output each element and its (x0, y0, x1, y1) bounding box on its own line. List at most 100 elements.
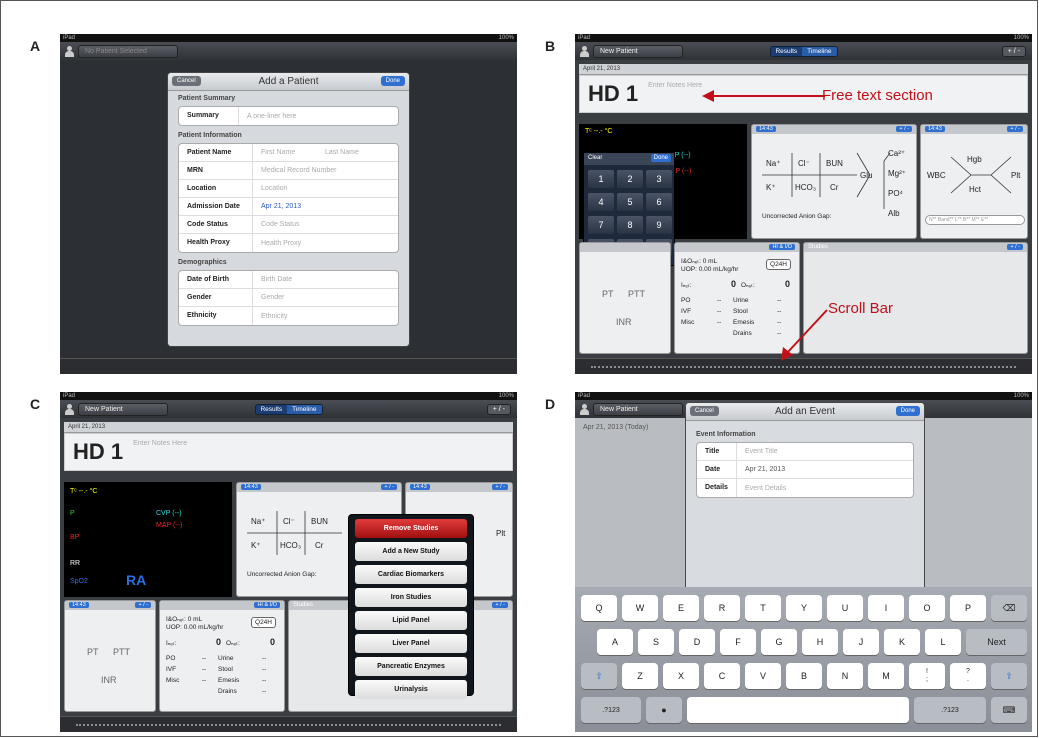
key-y[interactable]: Y (786, 595, 822, 621)
view-toggle[interactable]: Results Timeline (769, 45, 838, 57)
patient-selector[interactable]: No Patient Selected (78, 44, 178, 58)
add-remove-button[interactable]: + / - (1001, 45, 1026, 57)
key-3[interactable]: 3 (646, 170, 672, 188)
space-bar[interactable] (687, 697, 909, 723)
admission-date-field[interactable]: Apr 21, 2013 (253, 203, 301, 210)
key-exclaim-semicolon[interactable]: !; (909, 663, 945, 689)
menu-iron-studies[interactable]: Iron Studies (355, 588, 467, 607)
key-v[interactable]: V (745, 663, 781, 689)
key-n[interactable]: N (827, 663, 863, 689)
notes-input[interactable]: Enter Notes Here (133, 440, 187, 447)
keyboard-dismiss-icon[interactable]: ⌨ (991, 697, 1027, 723)
studies-panel[interactable]: Studies + / - (803, 242, 1028, 354)
ethnicity-field[interactable]: Ethnicity (253, 313, 287, 320)
dob-row[interactable]: Date of Birth Birth Date (179, 271, 398, 289)
summary-field[interactable]: A one-liner here (239, 113, 296, 120)
next-key[interactable]: Next (966, 629, 1027, 655)
key-f[interactable]: F (720, 629, 756, 655)
key-w[interactable]: W (622, 595, 658, 621)
key-7[interactable]: 7 (588, 216, 614, 234)
title-row[interactable]: Title Event Title (697, 443, 913, 461)
panel-plus-button[interactable]: + / - (381, 484, 397, 490)
key-1[interactable]: 1 (588, 170, 614, 188)
menu-lipid-panel[interactable]: Lipid Panel (355, 611, 467, 630)
last-name-field[interactable]: Last Name (317, 149, 359, 156)
key-l[interactable]: L (925, 629, 961, 655)
key-t[interactable]: T (745, 595, 781, 621)
key-c[interactable]: C (704, 663, 740, 689)
numbers-key[interactable]: .?123 (914, 697, 986, 723)
tab-timeline[interactable]: Timeline (287, 404, 322, 414)
menu-add-new-study[interactable]: Add a New Study (355, 542, 467, 561)
event-date-field[interactable]: Apr 21, 2013 (737, 466, 785, 473)
notes-input[interactable]: Enter Notes Here (648, 82, 702, 89)
microphone-icon[interactable]: ● (646, 697, 682, 723)
cancel-button[interactable]: Cancel (172, 76, 201, 86)
clear-button[interactable]: Clear (588, 155, 602, 161)
key-2[interactable]: 2 (617, 170, 643, 188)
coag-panel[interactable]: PT PTT INR (579, 242, 671, 354)
first-name-field[interactable]: First Name (253, 149, 317, 156)
view-toggle[interactable]: Results Timeline (254, 403, 323, 415)
key-d[interactable]: D (679, 629, 715, 655)
key-o[interactable]: O (909, 595, 945, 621)
mrn-row[interactable]: MRN Medical Record Number (179, 162, 398, 180)
key-k[interactable]: K (884, 629, 920, 655)
differential-field[interactable]: N** Band** L** B** M** E** (925, 215, 1025, 225)
electrolytes-panel[interactable]: 14:43 + / - Na⁺ Cl⁻ BUN K⁺ HCO₃ Cr Glu Ca… (751, 124, 917, 239)
key-9[interactable]: 9 (646, 216, 672, 234)
key-4[interactable]: 4 (588, 193, 614, 211)
done-button[interactable]: Done (380, 76, 405, 86)
key-i[interactable]: I (868, 595, 904, 621)
date-row[interactable]: Date Apr 21, 2013 (697, 461, 913, 479)
shift-icon[interactable]: ⇧ (581, 663, 617, 689)
key-h[interactable]: H (802, 629, 838, 655)
location-row[interactable]: Location Location (179, 180, 398, 198)
panel-plus-button[interactable]: + / - (896, 126, 912, 132)
key-8[interactable]: 8 (617, 216, 643, 234)
add-remove-button[interactable]: + / - (486, 403, 511, 415)
panel-plus-button[interactable]: + / - (135, 602, 151, 608)
q24h-button[interactable]: Q24H (251, 617, 276, 628)
panel-plus-button[interactable]: + / - (1007, 244, 1023, 250)
tab-timeline[interactable]: Timeline (802, 46, 837, 56)
health-proxy-row[interactable]: Health Proxy Health Proxy (179, 234, 398, 252)
gender-field[interactable]: Gender (253, 294, 284, 301)
person-icon[interactable] (64, 403, 74, 415)
health-proxy-field[interactable]: Health Proxy (253, 240, 301, 247)
panel-plus-button[interactable]: + / - (1007, 126, 1023, 132)
done-button[interactable]: Done (895, 406, 920, 416)
key-g[interactable]: G (761, 629, 797, 655)
key-x[interactable]: X (663, 663, 699, 689)
key-s[interactable]: S (638, 629, 674, 655)
code-status-field[interactable]: Code Status (253, 221, 300, 228)
code-status-row[interactable]: Code Status Code Status (179, 216, 398, 234)
hospital-day-header[interactable]: HD 1 Enter Notes Here (64, 433, 513, 471)
dob-field[interactable]: Birth Date (253, 276, 292, 283)
menu-urinalysis[interactable]: Urinalysis (355, 680, 467, 699)
shift-icon[interactable]: ⇧ (991, 663, 1027, 689)
patient-selector[interactable]: New Patient (593, 402, 683, 416)
mrn-field[interactable]: Medical Record Number (253, 167, 336, 174)
keypad-done-button[interactable]: Done (650, 154, 671, 162)
key-z[interactable]: Z (622, 663, 658, 689)
cbc-panel[interactable]: 14:43 + / - Hgb WBC Hct Plt N** Band** L*… (920, 124, 1028, 239)
panel-plus-button[interactable]: + / - (492, 484, 508, 490)
admission-date-row[interactable]: Admission Date Apr 21, 2013 (179, 198, 398, 216)
q24h-button[interactable]: Q24H (766, 259, 791, 270)
person-icon[interactable] (64, 45, 74, 57)
cancel-button[interactable]: Cancel (690, 406, 719, 416)
summary-row[interactable]: Summary A one-liner here (179, 107, 398, 125)
person-icon[interactable] (579, 403, 589, 415)
key-q[interactable]: Q (581, 595, 617, 621)
menu-remove-studies[interactable]: Remove Studies (355, 519, 467, 538)
key-p[interactable]: P (950, 595, 986, 621)
key-5[interactable]: 5 (617, 193, 643, 211)
ethnicity-row[interactable]: Ethnicity Ethnicity (179, 307, 398, 325)
event-details-field[interactable]: Event Details (737, 485, 786, 492)
person-icon[interactable] (579, 45, 589, 57)
tab-results[interactable]: Results (255, 404, 288, 414)
scroll-bar[interactable] (60, 358, 517, 374)
tab-results[interactable]: Results (770, 46, 803, 56)
menu-liver-panel[interactable]: Liver Panel (355, 634, 467, 653)
